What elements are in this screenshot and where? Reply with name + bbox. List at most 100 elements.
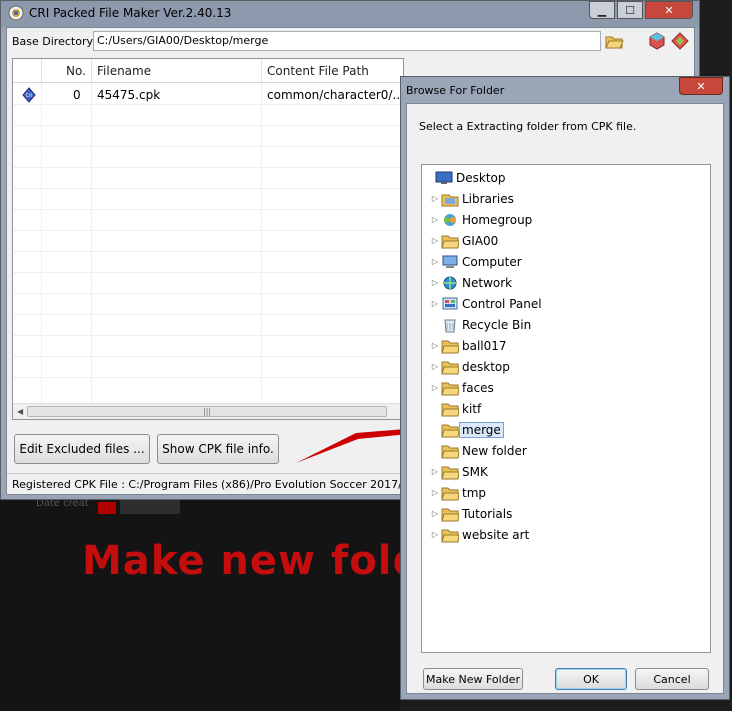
tree-item-label: tmp bbox=[462, 485, 487, 500]
folder-icon bbox=[440, 527, 462, 543]
minimize-button[interactable]: ▁ bbox=[589, 1, 615, 19]
expand-arrow-icon[interactable]: ▷ bbox=[430, 236, 440, 245]
cpk-file-icon: Cri bbox=[22, 87, 36, 103]
tree-item-recycle-bin[interactable]: Recycle Bin bbox=[430, 315, 531, 334]
expand-arrow-icon[interactable]: ▷ bbox=[430, 341, 440, 350]
libraries-icon bbox=[440, 191, 462, 207]
tree-item-label: faces bbox=[462, 380, 494, 395]
expand-arrow-icon[interactable]: ▷ bbox=[430, 299, 440, 308]
expand-arrow-icon[interactable]: ▷ bbox=[430, 383, 440, 392]
tree-item-desktop[interactable]: Desktop bbox=[424, 168, 506, 187]
show-cpk-info-button[interactable]: Show CPK file info. bbox=[157, 434, 279, 464]
expand-arrow-icon[interactable]: ▷ bbox=[430, 194, 440, 203]
tree-item-control-panel[interactable]: ▷ Control Panel bbox=[430, 294, 542, 313]
recycle-bin-icon bbox=[440, 317, 462, 333]
scroll-left-icon[interactable]: ◀ bbox=[17, 407, 23, 416]
dialog-client-area: Select a Extracting folder from CPK file… bbox=[406, 103, 724, 694]
tree-item-label: SMK bbox=[462, 464, 488, 479]
folder-icon bbox=[440, 506, 462, 522]
ok-button[interactable]: OK bbox=[555, 668, 627, 690]
maximize-button[interactable]: ☐ bbox=[617, 1, 643, 19]
tree-item-label: website art bbox=[462, 527, 530, 542]
tree-item-new-folder[interactable]: New folder bbox=[430, 441, 527, 460]
tree-item-label: Homegroup bbox=[462, 212, 533, 227]
folder-icon bbox=[440, 233, 462, 249]
expand-arrow-icon[interactable]: ▷ bbox=[430, 257, 440, 266]
tree-item-network[interactable]: ▷ Network bbox=[430, 273, 512, 292]
network-icon bbox=[440, 275, 462, 291]
tree-item-label: desktop bbox=[462, 359, 510, 374]
tree-item-label: Control Panel bbox=[462, 296, 542, 311]
base-directory-label: Base Directory bbox=[12, 35, 93, 48]
folder-icon bbox=[440, 443, 462, 459]
column-no[interactable]: No. bbox=[66, 64, 86, 78]
tree-item-label: GIA00 bbox=[462, 233, 499, 248]
tree-item-libraries[interactable]: ▷ Libraries bbox=[430, 189, 514, 208]
expand-arrow-icon[interactable]: ▷ bbox=[430, 362, 440, 371]
maximize-icon: ☐ bbox=[625, 3, 635, 17]
tree-item-label: Tutorials bbox=[462, 506, 513, 521]
row-filename[interactable]: 45475.cpk bbox=[97, 88, 160, 102]
expand-arrow-icon[interactable]: ▷ bbox=[430, 278, 440, 287]
close-icon: ✕ bbox=[696, 79, 706, 93]
tree-item-gia00[interactable]: ▷ GIA00 bbox=[430, 231, 498, 250]
expand-arrow-icon[interactable]: ▷ bbox=[430, 509, 440, 518]
tree-item-homegroup[interactable]: ▷ Homegroup bbox=[430, 210, 532, 229]
expand-arrow-icon[interactable]: ▷ bbox=[430, 215, 440, 224]
tree-item-label: Desktop bbox=[456, 170, 506, 185]
expand-arrow-icon[interactable]: ▷ bbox=[430, 488, 440, 497]
background-box bbox=[120, 500, 180, 514]
expand-arrow-icon[interactable]: ▷ bbox=[430, 530, 440, 539]
svg-text:Cri: Cri bbox=[26, 93, 33, 99]
folder-icon bbox=[440, 485, 462, 501]
tree-item-label: merge bbox=[459, 421, 504, 438]
expand-arrow-icon[interactable]: ▷ bbox=[430, 467, 440, 476]
cancel-button[interactable]: Cancel bbox=[635, 668, 709, 690]
dialog-close-button[interactable]: ✕ bbox=[679, 77, 723, 95]
grip-icon: ||| bbox=[203, 407, 212, 416]
cpk-file-list[interactable]: No. Filename Content File Path Cri 0 454… bbox=[12, 58, 404, 420]
minimize-icon: ▁ bbox=[597, 3, 607, 17]
folder-icon bbox=[440, 464, 462, 480]
window-title: CRI Packed File Maker Ver.2.40.13 bbox=[29, 6, 232, 20]
tree-item-smk[interactable]: ▷ SMK bbox=[430, 462, 488, 481]
app-icon bbox=[8, 5, 24, 21]
tree-item-computer[interactable]: ▷ Computer bbox=[430, 252, 522, 271]
title-bar[interactable]: CRI Packed File Maker Ver.2.40.13 ▁ ☐ ✕ bbox=[1, 1, 699, 27]
diamond-tool-icon[interactable] bbox=[670, 31, 690, 51]
tree-item-label: Recycle Bin bbox=[462, 317, 532, 332]
homegroup-icon bbox=[440, 212, 462, 228]
column-filename[interactable]: Filename bbox=[97, 64, 151, 78]
control-panel-icon bbox=[440, 296, 462, 312]
column-content-path[interactable]: Content File Path bbox=[267, 64, 369, 78]
row-content-path: common/character0/... bbox=[267, 88, 404, 102]
browse-for-folder-dialog: Browse For Folder ✕ Select a Extracting … bbox=[400, 76, 730, 700]
tree-item-website-art[interactable]: ▷ website art bbox=[430, 525, 529, 544]
tree-item-label: kitf bbox=[462, 401, 482, 416]
tree-item-ball017[interactable]: ▷ ball017 bbox=[430, 336, 507, 355]
tree-item-desktop[interactable]: ▷ desktop bbox=[430, 357, 510, 376]
open-folder-icon[interactable] bbox=[604, 31, 624, 51]
tree-item-label: Network bbox=[462, 275, 513, 290]
background-red-mark bbox=[98, 502, 116, 514]
close-button[interactable]: ✕ bbox=[645, 1, 693, 19]
folder-icon bbox=[440, 380, 462, 396]
dialog-prompt: Select a Extracting folder from CPK file… bbox=[419, 120, 637, 133]
edit-excluded-files-button[interactable]: Edit Excluded files ... bbox=[14, 434, 150, 464]
folder-icon bbox=[440, 359, 462, 375]
tree-item-tmp[interactable]: ▷ tmp bbox=[430, 483, 486, 502]
make-new-folder-button[interactable]: Make New Folder bbox=[423, 668, 523, 690]
tree-item-kitf[interactable]: kitf bbox=[430, 399, 481, 418]
desktop-icon bbox=[434, 170, 456, 186]
cube-tool-icon[interactable] bbox=[647, 31, 667, 51]
folder-icon bbox=[440, 338, 462, 354]
tree-item-merge[interactable]: merge bbox=[430, 420, 504, 439]
base-directory-input[interactable]: C:/Users/GIA00/Desktop/merge bbox=[93, 31, 601, 51]
list-header: No. Filename Content File Path bbox=[13, 59, 403, 83]
tree-item-tutorials[interactable]: ▷ Tutorials bbox=[430, 504, 512, 523]
tree-item-label: Computer bbox=[462, 254, 522, 269]
tree-item-faces[interactable]: ▷ faces bbox=[430, 378, 494, 397]
close-icon: ✕ bbox=[664, 3, 674, 17]
folder-tree[interactable]: Desktop ▷ Libraries ▷ Homegroup ▷ GIA00 ▷ Comput… bbox=[421, 164, 711, 653]
folder-icon bbox=[440, 401, 462, 417]
